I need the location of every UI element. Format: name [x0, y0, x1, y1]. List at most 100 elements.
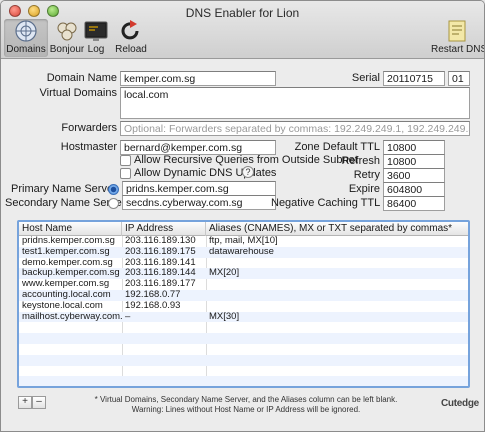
- ip-address-cell[interactable]: 192.168.0.93: [122, 301, 206, 312]
- ip-address-cell[interactable]: 203.116.189.175: [122, 247, 206, 258]
- secondary-name-server-label: Secondary Name Server: [5, 197, 126, 209]
- zone-default-ttl-field[interactable]: 10800: [383, 140, 445, 155]
- forwarders-label: Forwarders: [61, 122, 117, 134]
- serial-field[interactable]: 20110715: [383, 71, 445, 86]
- virtual-domains-field[interactable]: local.com: [120, 87, 470, 119]
- table-row[interactable]: test1.kemper.com.sg 203.116.189.175 datawa…: [19, 246, 468, 258]
- column-header-ip-address[interactable]: IP Address: [122, 222, 206, 236]
- domain-name-field[interactable]: kemper.com.sg: [120, 71, 276, 86]
- host-name-cell[interactable]: [19, 376, 122, 386]
- table-row[interactable]: [19, 366, 468, 377]
- column-header-aliases[interactable]: Aliases (CNAMES), MX or TXT separated by…: [206, 222, 468, 236]
- toolbar-domains-button[interactable]: Domains: [4, 19, 48, 57]
- table-row[interactable]: backup.kemper.com.sg 203.116.189.144 MX[20…: [19, 268, 468, 280]
- aliases-cell[interactable]: ftp, mail, MX[10]: [206, 236, 468, 247]
- table-row[interactable]: accounting.local.com 192.168.0.77: [19, 289, 468, 301]
- table-row[interactable]: demo.kemper.com.sg 203.116.189.141: [19, 258, 468, 269]
- dynamic-dns-label: Allow Dynamic DNS Updates: [134, 167, 277, 179]
- title-bar: DNS Enabler for Lion Domains Bonjour Log…: [1, 1, 484, 59]
- table-row[interactable]: [19, 376, 468, 386]
- footnote-line-1: * Virtual Domains, Secondary Name Server…: [94, 395, 398, 404]
- aliases-cell[interactable]: [206, 366, 468, 377]
- aliases-cell[interactable]: [206, 279, 468, 290]
- aliases-cell[interactable]: [206, 301, 468, 312]
- expire-field[interactable]: 604800: [383, 182, 445, 197]
- aliases-cell[interactable]: MX[20]: [206, 268, 468, 279]
- host-name-cell[interactable]: pridns.kemper.com.sg: [19, 236, 122, 247]
- ip-address-cell[interactable]: [122, 376, 206, 386]
- ip-address-cell[interactable]: [122, 344, 206, 355]
- primary-name-server-field[interactable]: pridns.kemper.com.sg: [122, 181, 276, 196]
- aliases-cell[interactable]: [206, 376, 468, 386]
- ip-address-cell[interactable]: 192.168.0.77: [122, 290, 206, 301]
- hostmaster-field[interactable]: bernard@kemper.com.sg: [120, 140, 276, 155]
- negative-caching-ttl-field[interactable]: 86400: [383, 196, 445, 211]
- host-name-cell[interactable]: keystone.local.com: [19, 301, 122, 312]
- ip-address-cell[interactable]: 203.116.189.141: [122, 258, 206, 269]
- host-name-cell[interactable]: [19, 344, 122, 355]
- aliases-cell[interactable]: datawarehouse: [206, 247, 468, 258]
- app-window: DNS Enabler for Lion Domains Bonjour Log…: [0, 0, 485, 432]
- ip-address-cell[interactable]: [122, 366, 206, 377]
- retry-field[interactable]: 3600: [383, 168, 445, 183]
- toolbar-log-button[interactable]: Log: [79, 19, 113, 57]
- ip-address-cell[interactable]: [122, 322, 206, 333]
- ip-address-cell[interactable]: 203.116.189.144: [122, 268, 206, 279]
- host-name-cell[interactable]: backup.kemper.com.sg: [19, 268, 122, 279]
- log-icon: [84, 21, 108, 41]
- ip-address-cell[interactable]: [122, 355, 206, 366]
- table-row[interactable]: www.kemper.com.sg 203.116.189.177: [19, 279, 468, 290]
- host-records-table[interactable]: Host Name IP Address Aliases (CNAMES), M…: [17, 220, 470, 388]
- ip-address-cell[interactable]: [122, 333, 206, 344]
- secondary-name-server-field[interactable]: secdns.cyberway.com.sg: [122, 195, 276, 210]
- table-row[interactable]: [19, 333, 468, 344]
- host-name-cell[interactable]: [19, 366, 122, 377]
- aliases-cell[interactable]: MX[30]: [206, 312, 468, 323]
- primary-name-server-radio[interactable]: [108, 184, 119, 195]
- toolbar-restart-dns-label: Restart DNS: [431, 44, 485, 55]
- ip-address-cell[interactable]: 203.116.189.177: [122, 279, 206, 290]
- ip-address-cell[interactable]: 203.116.189.130: [122, 236, 206, 247]
- zone-default-ttl-label: Zone Default TTL: [294, 141, 380, 153]
- host-name-cell[interactable]: mailhost.cyberway.com.sg: [19, 312, 122, 323]
- aliases-cell[interactable]: [206, 344, 468, 355]
- toolbar-reload-label: Reload: [115, 44, 147, 55]
- table-row[interactable]: mailhost.cyberway.com.sg – MX[30]: [19, 311, 468, 323]
- table-row[interactable]: [19, 354, 468, 366]
- toolbar-restart-dns-button[interactable]: Restart DNS: [431, 19, 485, 57]
- retry-label: Retry: [353, 169, 380, 181]
- table-row[interactable]: pridns.kemper.com.sg 203.116.189.130 ftp, …: [19, 236, 468, 247]
- host-name-cell[interactable]: [19, 333, 122, 344]
- host-name-cell[interactable]: www.kemper.com.sg: [19, 279, 122, 290]
- host-name-cell[interactable]: [19, 322, 122, 333]
- expire-label: Expire: [348, 183, 380, 195]
- aliases-cell[interactable]: [206, 322, 468, 333]
- recursive-queries-checkbox[interactable]: [120, 155, 131, 166]
- domains-icon: [15, 20, 37, 42]
- secondary-name-server-radio[interactable]: [108, 198, 119, 209]
- table-row[interactable]: [19, 322, 468, 333]
- aliases-cell[interactable]: [206, 333, 468, 344]
- aliases-cell[interactable]: [206, 290, 468, 301]
- add-row-button[interactable]: +: [18, 396, 32, 409]
- footnote: * Virtual Domains, Secondary Name Server…: [56, 395, 436, 415]
- refresh-field[interactable]: 10800: [383, 154, 445, 169]
- remove-row-button[interactable]: –: [32, 396, 46, 409]
- host-name-cell[interactable]: [19, 355, 122, 366]
- aliases-cell[interactable]: [206, 258, 468, 269]
- serial-revision-field[interactable]: 01: [448, 71, 470, 86]
- aliases-cell[interactable]: [206, 355, 468, 366]
- forwarders-field[interactable]: Optional: Forwarders separated by commas…: [120, 121, 470, 136]
- dynamic-dns-checkbox[interactable]: [120, 168, 131, 179]
- help-icon[interactable]: ?: [242, 166, 254, 178]
- host-name-cell[interactable]: accounting.local.com: [19, 290, 122, 301]
- toolbar-log-label: Log: [87, 44, 105, 55]
- table-row[interactable]: [19, 344, 468, 355]
- host-name-cell[interactable]: test1.kemper.com.sg: [19, 247, 122, 258]
- column-header-host-name[interactable]: Host Name: [19, 222, 122, 236]
- ip-address-cell[interactable]: –: [122, 312, 206, 323]
- host-name-cell[interactable]: demo.kemper.com.sg: [19, 258, 122, 269]
- table-row[interactable]: keystone.local.com 192.168.0.93: [19, 301, 468, 312]
- toolbar-reload-button[interactable]: Reload: [109, 19, 153, 57]
- negative-caching-ttl-label: Negative Caching TTL: [271, 197, 381, 209]
